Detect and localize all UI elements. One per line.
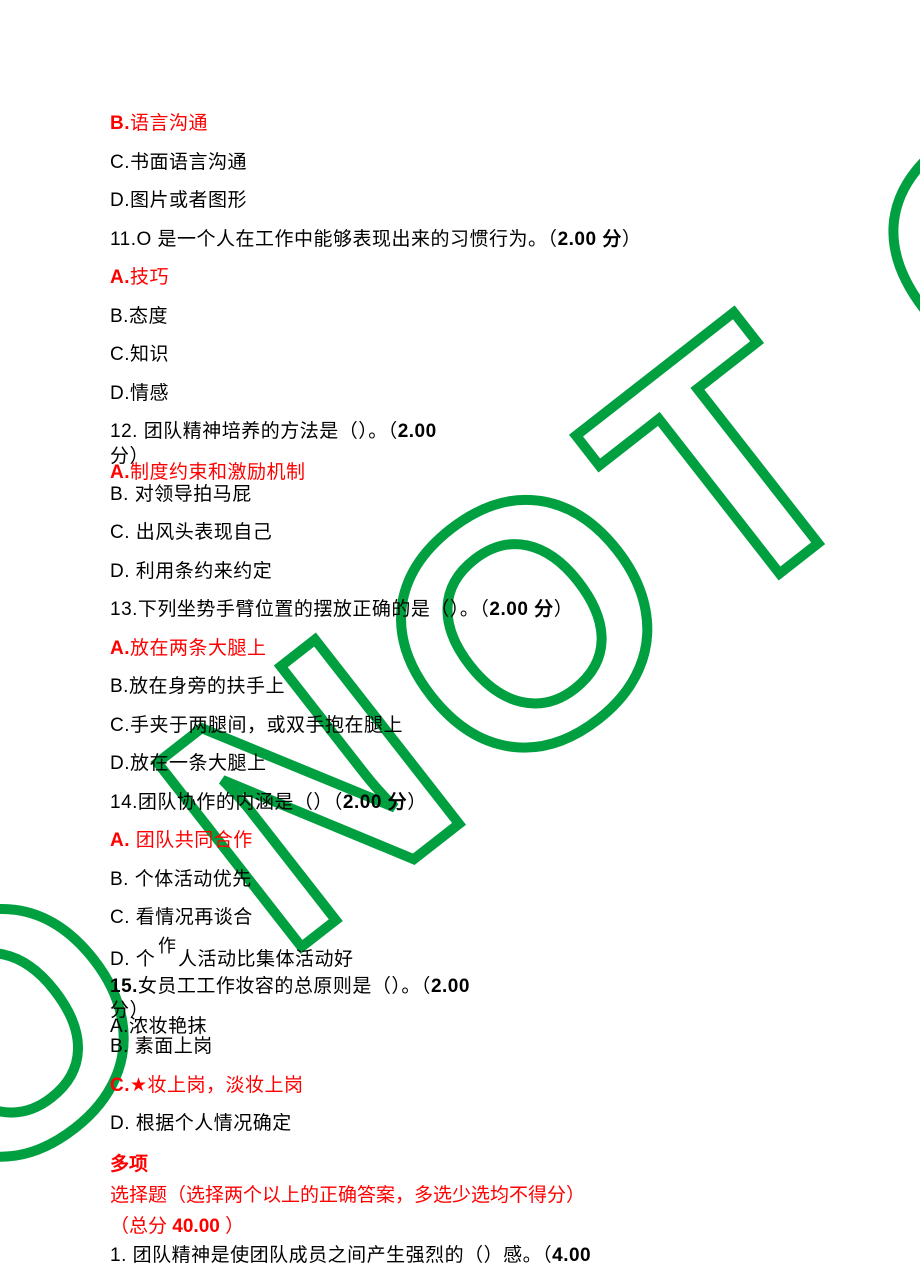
option-letter: B.	[110, 113, 130, 134]
stem-end: ）	[554, 599, 574, 620]
q15-option-d: D. 根据个人情况确定	[110, 1110, 780, 1139]
q13-option-c: C.手夹于两腿间，或双手抱在腿上	[110, 712, 780, 741]
q13-option-d: D.放在一条大腿上	[110, 750, 780, 779]
option-text: 制度约束和激励机制	[130, 462, 306, 483]
q11-stem: 11.O 是一个人在工作中能够表现出来的习惯行为。（2.00 分）	[110, 226, 780, 255]
option-letter: A.	[110, 638, 130, 659]
q15-option-c: C.★妆上岗，淡妆上岗	[110, 1072, 780, 1101]
section-multi-sub-l2: （总分 40.00 ）	[110, 1211, 780, 1238]
q15-stem-l1: 15.女员工工作妆容的总原则是（）。（2.00	[110, 973, 780, 1002]
q14-option-c: C. 看情况再谈合	[110, 904, 780, 933]
q11-option-a: A.技巧	[110, 264, 780, 293]
q15-num: 15.	[110, 976, 138, 997]
sub-l2-p1: （总分	[110, 1216, 172, 1237]
points-text: 4.00	[552, 1245, 591, 1266]
stem-text: 11.O 是一个人在工作中能够表现出来的习惯行为。（	[110, 229, 558, 250]
q13-option-b: B.放在身旁的扶手上	[110, 673, 780, 702]
stem-text: 14.团队协作的内涵是（）（	[110, 792, 343, 813]
option-d-p1: D. 个	[110, 946, 155, 975]
sub-l2-p2: 40.00	[172, 1216, 220, 1237]
question-content: B.语言沟通 C.书面语言沟通 D.图片或者图形 11.O 是一个人在工作中能够…	[0, 0, 780, 1266]
option-letter: A.	[110, 267, 130, 288]
q11-option-b: B.态度	[110, 303, 780, 332]
option-d-p2: 作	[158, 933, 177, 960]
q13-option-a: A.放在两条大腿上	[110, 635, 780, 664]
q14-option-d: D. 个 作 人活动比集体活动好	[110, 943, 780, 973]
q12-stem-l1: 12. 团队精神培养的方法是（）。（2.00	[110, 418, 780, 447]
stem-end: ）	[407, 792, 427, 813]
q15-option-b: B. 素面上岗	[110, 1033, 780, 1062]
q11-option-c: C.知识	[110, 341, 780, 370]
mq1-stem-l1: 1. 团队精神是使团队成员之间产生强烈的（）感。（4.00	[110, 1242, 780, 1266]
section-multi-sub-l1: 选择题（选择两个以上的正确答案，多选少选均不得分）	[110, 1180, 780, 1207]
q14-option-a: A. 团队共同合作	[110, 827, 780, 856]
page: DO NOT COPY B.语言沟通 C.书面语言沟通 D.图片或者图形 11.…	[0, 0, 920, 1266]
stem-text: 13.下列坐势手臂位置的摆放正确的是（）。（	[110, 599, 489, 620]
option-d-p3: 人活动比集体活动好	[178, 946, 354, 975]
q10-option-c: C.书面语言沟通	[110, 149, 780, 178]
option-text: ★妆上岗，淡妆上岗	[130, 1075, 304, 1096]
stem-text: 12. 团队精神培养的方法是（）。（	[110, 421, 398, 442]
q12-option-c: C. 出风头表现自己	[110, 519, 780, 548]
stem-end: ）	[622, 229, 642, 250]
points-text: 2.00	[398, 421, 437, 442]
sub-l2-p3: ）	[220, 1216, 244, 1237]
points-text: 2.00 分	[489, 599, 553, 620]
q12-option-a: A.制度约束和激励机制	[110, 459, 306, 488]
q11-option-d: D.情感	[110, 380, 780, 409]
option-text: 团队共同合作	[136, 830, 253, 851]
q12-option-d: D. 利用条约来约定	[110, 558, 780, 587]
option-text: 语言沟通	[130, 113, 208, 134]
q15-option-a: A.浓妆艳抹	[110, 1013, 207, 1042]
section-multi-head: 多项	[110, 1149, 780, 1176]
option-letter: C.	[110, 1075, 130, 1096]
points-text: 2.00 分	[558, 229, 622, 250]
q10-option-d: D.图片或者图形	[110, 187, 780, 216]
option-text: 技巧	[130, 267, 169, 288]
points-text: 2.00 分	[343, 792, 407, 813]
q10-option-b: B.语言沟通	[110, 110, 780, 139]
q13-stem: 13.下列坐势手臂位置的摆放正确的是（）。（2.00 分）	[110, 596, 780, 625]
stem-text: 1. 团队精神是使团队成员之间产生强烈的（）感。（	[110, 1245, 552, 1266]
option-text: 放在两条大腿上	[130, 638, 267, 659]
q14-stem: 14.团队协作的内涵是（）（2.00 分）	[110, 789, 780, 818]
option-letter: A.	[110, 830, 130, 851]
stem-text: 女员工工作妆容的总原则是（）。（	[138, 976, 431, 997]
points-text: 2.00	[431, 976, 470, 997]
option-letter: A.	[110, 462, 130, 483]
q14-option-b: B. 个体活动优先	[110, 866, 780, 895]
